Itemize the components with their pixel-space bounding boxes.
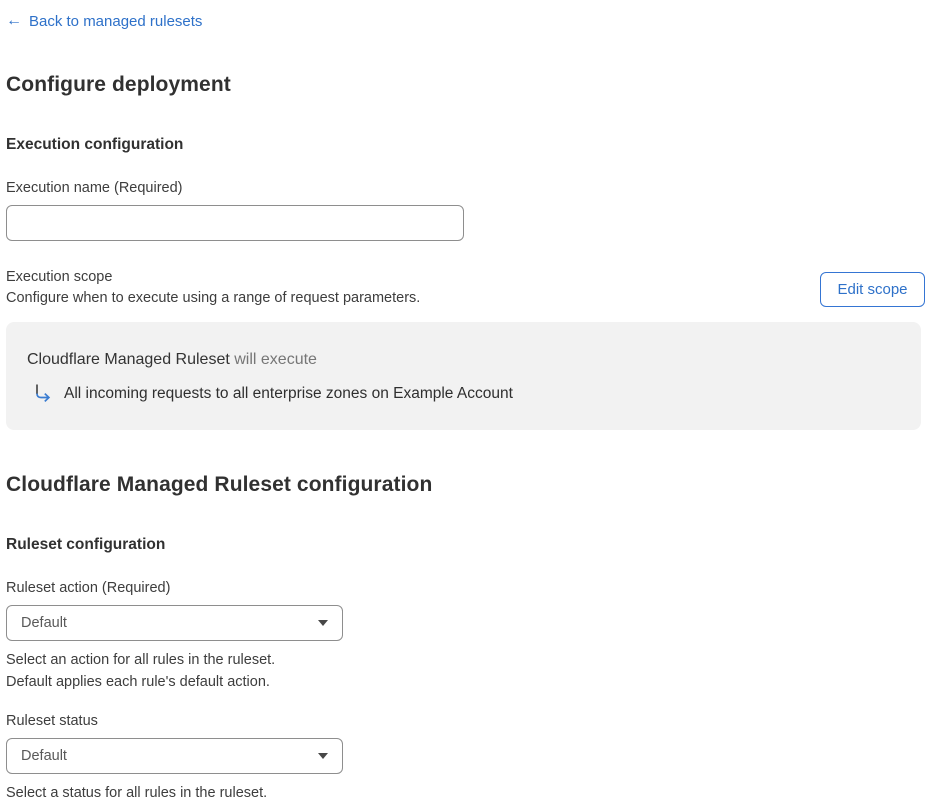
execution-scope-label: Execution scope: [6, 269, 113, 285]
execution-scope-text: Execution scope Configure when to execut…: [6, 267, 420, 308]
ruleset-action-value: Default: [21, 615, 67, 631]
scope-summary-detail-row: All incoming requests to all enterprise …: [27, 383, 901, 404]
page-title: Configure deployment: [6, 73, 231, 96]
ruleset-action-help-line-1: Select an action for all rules in the ru…: [6, 652, 276, 668]
ruleset-status-label: Ruleset status: [6, 713, 98, 729]
scope-summary-ruleset-name: Cloudflare Managed Ruleset: [27, 351, 230, 368]
execution-scope-row: Execution scope Configure when to execut…: [6, 267, 925, 308]
scope-summary-suffix: will execute: [229, 351, 317, 368]
back-link[interactable]: ← Back to managed rulesets: [6, 13, 202, 30]
scope-summary-headline: Cloudflare Managed Ruleset will execute: [27, 349, 901, 370]
execution-configuration-section: Execution configuration Execution name (…: [6, 136, 925, 430]
ruleset-status-help-line-1: Select a status for all rules in the rul…: [6, 785, 268, 801]
ruleset-status-select[interactable]: Default: [6, 738, 343, 774]
ruleset-configuration-subheading: Ruleset configuration: [6, 536, 166, 553]
scope-summary-detail: All incoming requests to all enterprise …: [64, 385, 513, 402]
execution-configuration-heading: Execution configuration: [6, 136, 184, 153]
dropdown-caret-icon: [318, 753, 328, 759]
back-arrow-icon: ←: [6, 12, 22, 29]
ruleset-action-label: Ruleset action (Required): [6, 580, 171, 596]
execution-name-label: Execution name (Required): [6, 180, 183, 196]
edit-scope-button[interactable]: Edit scope: [820, 272, 925, 307]
ruleset-configuration-section: Ruleset configuration Ruleset action (Re…: [6, 536, 925, 804]
ruleset-action-help-line-2: Default applies each rule's default acti…: [6, 674, 270, 690]
back-link-label: Back to managed rulesets: [29, 12, 203, 30]
execution-name-input[interactable]: [6, 205, 464, 241]
return-arrow-icon: [34, 384, 52, 404]
ruleset-action-select[interactable]: Default: [6, 605, 343, 641]
dropdown-caret-icon: [318, 620, 328, 626]
configure-deployment-page: ← Back to managed rulesets Configure dep…: [0, 0, 931, 804]
ruleset-status-value: Default: [21, 748, 67, 764]
execution-scope-description: Configure when to execute using a range …: [6, 290, 421, 306]
ruleset-configuration-title: Cloudflare Managed Ruleset configuration: [6, 473, 433, 496]
scope-summary-panel: Cloudflare Managed Ruleset will execute …: [6, 322, 921, 430]
